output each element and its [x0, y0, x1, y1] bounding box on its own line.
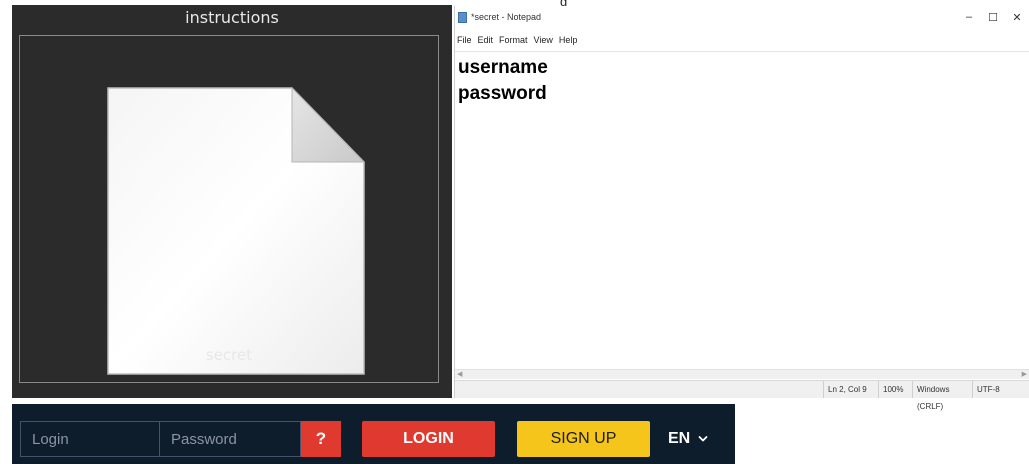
- chevron-down-icon: [698, 436, 708, 442]
- menu-help[interactable]: Help: [556, 35, 581, 45]
- notepad-statusbar: Ln 2, Col 9 100% Windows (CRLF) UTF-8: [455, 380, 1029, 411]
- status-zoom: 100%: [878, 381, 915, 398]
- scroll-left-icon[interactable]: ◀: [457, 370, 462, 379]
- status-line-ending: Windows (CRLF): [912, 381, 975, 411]
- menu-view[interactable]: View: [531, 35, 556, 45]
- status-cursor-position: Ln 2, Col 9: [823, 381, 878, 398]
- file-name-label: secret: [205, 346, 253, 364]
- close-button[interactable]: ✕: [1005, 6, 1029, 28]
- login-button[interactable]: LOGIN: [362, 421, 495, 457]
- help-button[interactable]: ?: [301, 421, 341, 457]
- text-line: username: [458, 57, 548, 78]
- notepad-titlebar[interactable]: *secret - Notepad – ☐ ✕: [455, 6, 1029, 28]
- notepad-app-icon: [458, 11, 467, 23]
- file-preview-frame[interactable]: secret: [19, 35, 439, 383]
- notepad-window: *secret - Notepad – ☐ ✕ File Edit Format…: [454, 6, 1029, 411]
- language-selector[interactable]: EN: [668, 421, 708, 457]
- file-preview-panel: instructions secret: [12, 5, 452, 398]
- password-input[interactable]: [159, 421, 301, 457]
- file-panel-title: instructions: [185, 8, 279, 27]
- menu-file[interactable]: File: [455, 35, 475, 45]
- login-bar: ? LOGIN SIGN UP EN: [12, 404, 735, 464]
- minimize-button[interactable]: –: [957, 6, 981, 28]
- menu-format[interactable]: Format: [496, 35, 531, 45]
- window-controls: – ☐ ✕: [957, 6, 1029, 28]
- status-encoding: UTF-8: [972, 381, 1017, 398]
- login-input[interactable]: [20, 421, 160, 457]
- notepad-menubar: File Edit Format View Help: [455, 32, 580, 48]
- language-label: EN: [668, 430, 691, 447]
- document-icon: [107, 86, 366, 375]
- menu-edit[interactable]: Edit: [475, 35, 497, 45]
- text-line: password: [458, 83, 547, 104]
- notepad-text-area[interactable]: username password: [455, 51, 1029, 369]
- notepad-title: *secret - Notepad: [471, 12, 542, 22]
- scroll-right-icon[interactable]: ▶: [1022, 370, 1027, 379]
- maximize-button[interactable]: ☐: [981, 6, 1005, 28]
- sign-up-button[interactable]: SIGN UP: [517, 421, 650, 457]
- horizontal-scrollbar[interactable]: ◀ ▶: [455, 369, 1029, 379]
